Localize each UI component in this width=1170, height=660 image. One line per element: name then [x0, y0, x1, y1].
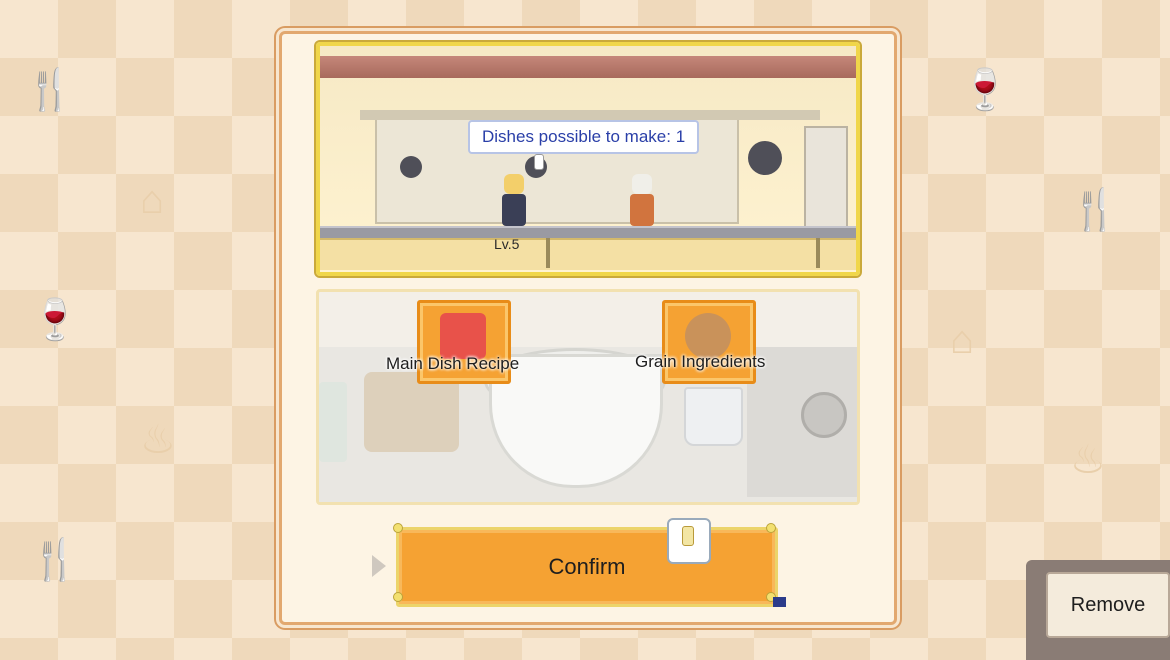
jar-icon — [319, 382, 347, 462]
ingredient-area — [316, 289, 860, 505]
dishes-possible-bubble: Dishes possible to make: 1 — [468, 120, 700, 154]
ceiling-pipe — [320, 56, 856, 78]
pot-icon — [748, 141, 782, 175]
counter-divider — [546, 238, 550, 268]
flag-icon — [773, 597, 786, 607]
hint-bubble-icon[interactable] — [667, 518, 711, 564]
corner-dot — [393, 523, 403, 533]
glass-icon: 🍷 — [30, 298, 80, 342]
fork-icon: 🍴 — [25, 68, 75, 112]
main-dish-recipe-label: Main Dish Recipe — [386, 354, 520, 373]
corner-dot — [766, 523, 776, 533]
fridge — [804, 126, 848, 230]
chef-character[interactable] — [500, 174, 528, 228]
remove-button[interactable]: Remove — [1046, 572, 1170, 638]
measuring-cup-icon — [684, 387, 743, 446]
chef-body — [502, 194, 526, 226]
flour-sack-icon — [364, 372, 459, 452]
corner-dot — [393, 592, 403, 602]
counter-front — [320, 238, 856, 270]
assistant-body — [630, 194, 654, 226]
chef-hat-icon: ⌂ — [950, 318, 975, 362]
left-arrow-icon[interactable] — [372, 555, 386, 577]
exclaim-icon — [682, 526, 694, 546]
kitchen-shelf — [360, 110, 820, 120]
kitchen-scene: Dishes possible to make: 1 Lv.5 — [316, 42, 860, 276]
grain-ingredients-label: Grain Ingredients — [635, 352, 766, 371]
burner-icon — [801, 392, 847, 438]
pan-icon — [400, 156, 422, 178]
assistant-head — [632, 174, 652, 194]
fork-icon: 🍴 — [30, 538, 80, 582]
confirm-button[interactable]: Confirm — [396, 527, 778, 607]
fork-icon: 🍴 — [1070, 188, 1120, 232]
pot-icon: ♨ — [140, 418, 176, 462]
chef-hat-icon: ⌂ — [140, 178, 165, 222]
assistant-chef-character[interactable] — [628, 174, 656, 228]
chef-level: Lv.5 — [494, 236, 520, 252]
chef-head — [504, 174, 524, 194]
counter-divider — [816, 238, 820, 268]
exclaim-icon — [534, 154, 544, 170]
recipe-book-icon — [440, 313, 486, 359]
pot-icon: ♨ — [1070, 438, 1106, 482]
glass-icon: 🍷 — [960, 68, 1010, 112]
